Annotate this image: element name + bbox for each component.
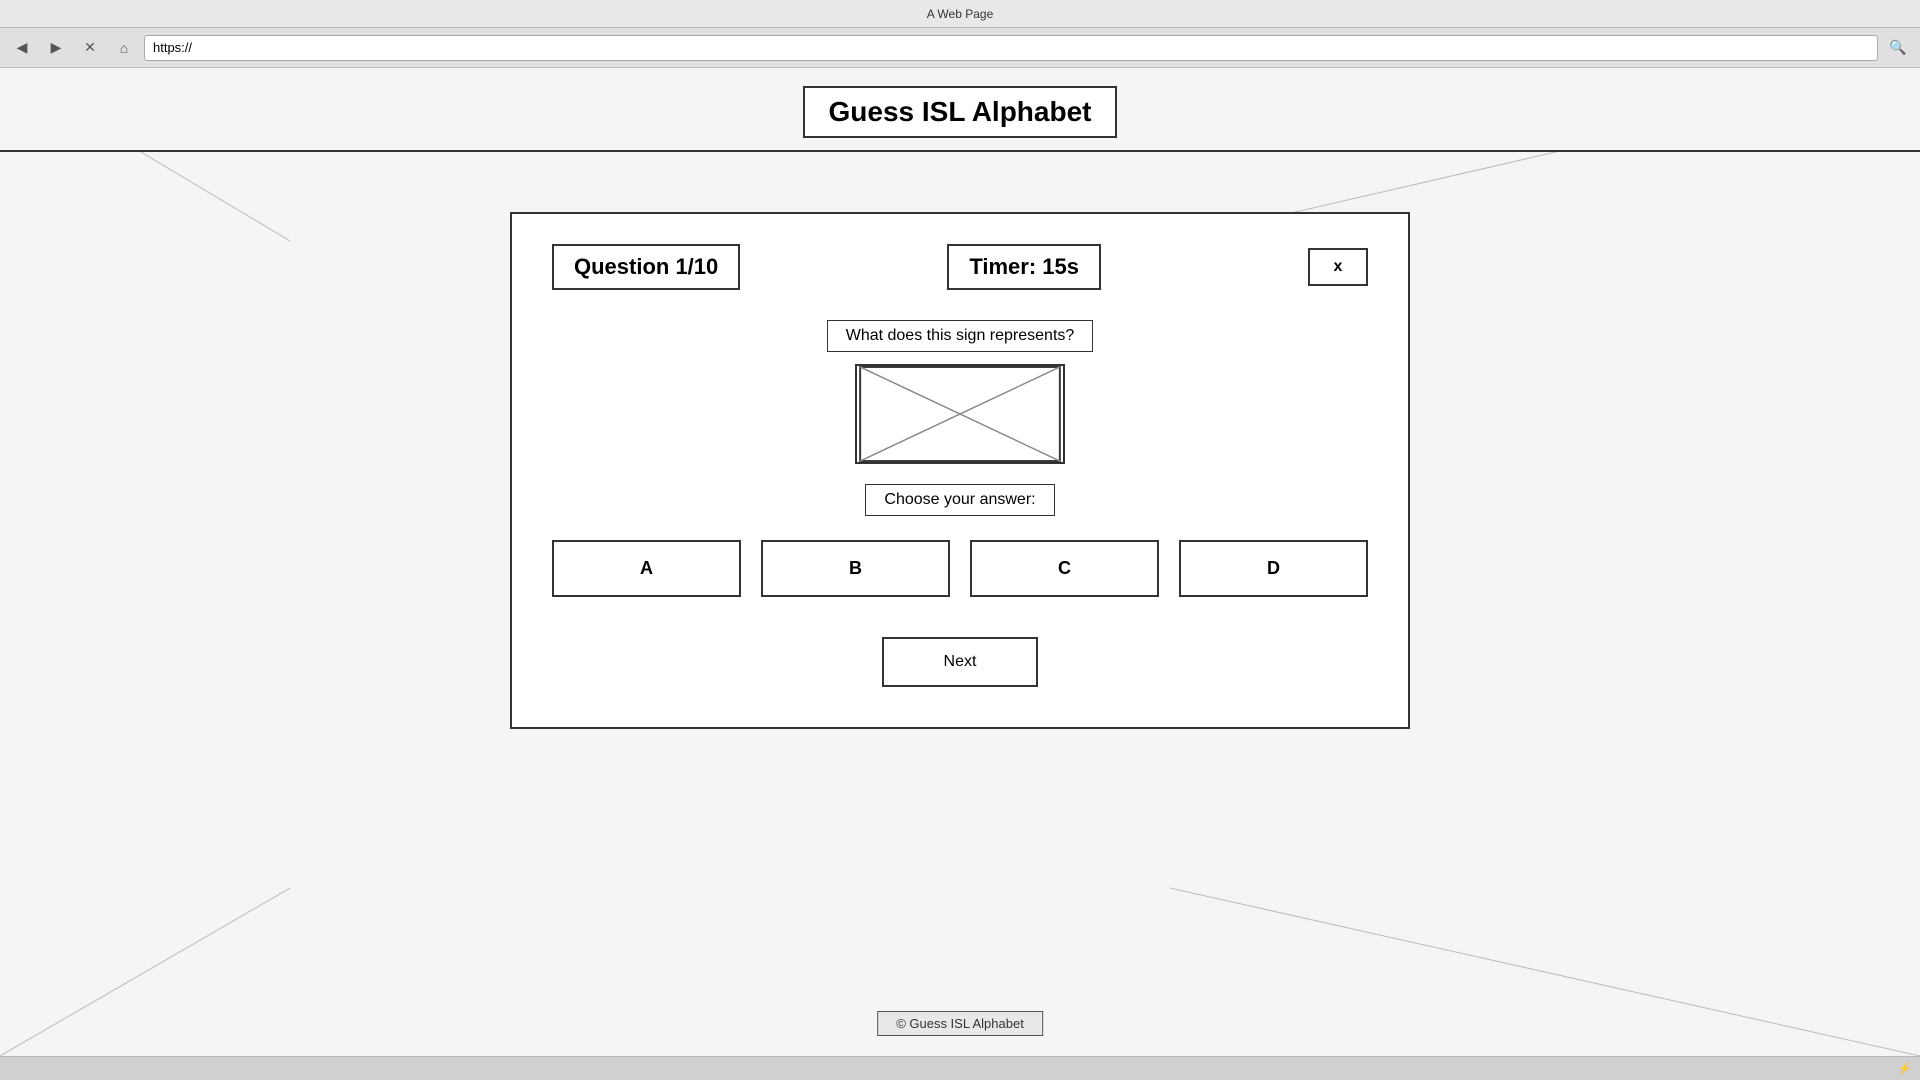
answer-options: A B C D	[552, 540, 1368, 597]
quiz-header: Question 1/10 Timer: 15s x	[552, 244, 1368, 290]
next-button[interactable]: Next	[882, 637, 1039, 687]
page-content: Guess ISL Alphabet Question 1/10 Timer: …	[0, 68, 1920, 1056]
browser-title: A Web Page	[927, 7, 994, 21]
close-quiz-button[interactable]: x	[1308, 248, 1368, 286]
status-bar: ⚡	[0, 1056, 1920, 1080]
quiz-card: Question 1/10 Timer: 15s x What does thi…	[510, 212, 1410, 729]
status-indicator: ⚡	[1898, 1062, 1912, 1075]
page-title: Guess ISL Alphabet	[803, 86, 1118, 138]
page-header: Guess ISL Alphabet	[0, 68, 1920, 152]
answer-c-button[interactable]: C	[970, 540, 1159, 597]
search-button[interactable]: 🔍	[1884, 34, 1912, 62]
footer-text: © Guess ISL Alphabet	[877, 1011, 1043, 1036]
back-button[interactable]: ◀	[8, 34, 36, 62]
question-text: What does this sign represents?	[827, 320, 1094, 352]
timer-label: Timer: 15s	[947, 244, 1101, 290]
sign-image	[855, 364, 1065, 464]
answer-b-button[interactable]: B	[761, 540, 950, 597]
address-bar[interactable]	[144, 35, 1878, 61]
browser-titlebar: A Web Page	[0, 0, 1920, 28]
close-nav-button[interactable]: ✕	[76, 34, 104, 62]
question-label: Question 1/10	[552, 244, 740, 290]
home-button[interactable]: ⌂	[110, 34, 138, 62]
browser-toolbar: ◀ ▶ ✕ ⌂ 🔍	[0, 28, 1920, 68]
answer-a-button[interactable]: A	[552, 540, 741, 597]
answer-d-button[interactable]: D	[1179, 540, 1368, 597]
page-footer: © Guess ISL Alphabet	[877, 1011, 1043, 1036]
choose-answer-label: Choose your answer:	[865, 484, 1054, 516]
forward-button[interactable]: ▶	[42, 34, 70, 62]
